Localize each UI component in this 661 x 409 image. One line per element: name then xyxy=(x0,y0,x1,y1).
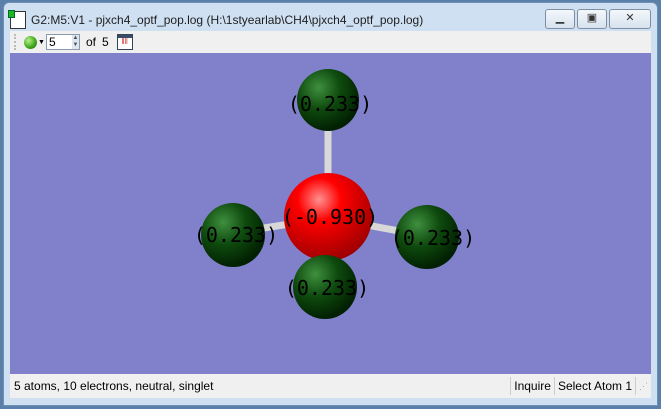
status-bar: 5 atoms, 10 electrons, neutral, singlet … xyxy=(10,374,651,398)
maximize-button[interactable]: ▣ xyxy=(577,9,607,29)
resize-grip[interactable]: ⋰ xyxy=(635,377,651,395)
frame-total: 5 xyxy=(101,35,109,49)
frame-list-icon[interactable]: ǁǁ xyxy=(116,34,133,50)
molecule-info: 5 atoms, 10 electrons, neutral, singlet xyxy=(14,379,214,393)
window-title: G2:M5:V1 - pjxch4_optf_pop.log (H:\1stye… xyxy=(31,13,424,27)
close-button[interactable]: ✕ xyxy=(609,9,651,29)
of-label: of xyxy=(85,35,96,49)
spin-arrows-icon[interactable]: ▲ ▼ xyxy=(71,35,79,49)
toolbar-grip[interactable] xyxy=(14,34,20,50)
atom-charge-label: (-0.930) xyxy=(282,205,378,229)
atom-charge-label: (0.233) xyxy=(285,276,369,300)
action-indicator: Select Atom 1 xyxy=(553,377,635,395)
atom-charge-label: (0.233) xyxy=(391,226,475,250)
dropdown-arrow-icon[interactable]: ▼ xyxy=(38,39,45,46)
gaussview-app-icon xyxy=(8,10,26,29)
atom-charge-label: (0.233) xyxy=(288,92,372,116)
title-bar[interactable]: G2:M5:V1 - pjxch4_optf_pop.log (H:\1stye… xyxy=(8,9,651,31)
minimize-button[interactable]: ▁ xyxy=(545,9,575,29)
molecule-window: G2:M5:V1 - pjxch4_optf_pop.log (H:\1stye… xyxy=(3,2,658,406)
toolbar: ▼ 5 ▲ ▼ of 5 ǁǁ xyxy=(10,31,651,53)
molecule-view[interactable]: (0.233) (-0.930) (0.233) (0.233) (0.233) xyxy=(10,53,651,374)
mode-indicator: Inquire xyxy=(510,377,554,395)
atom-charge-label: (0.233) xyxy=(194,223,278,247)
green-ball-icon[interactable] xyxy=(24,35,37,49)
frame-number-spinbox[interactable]: 5 ▲ ▼ xyxy=(45,34,80,50)
frame-number-value[interactable]: 5 xyxy=(49,35,56,49)
molecule-svg[interactable]: (0.233) (-0.930) (0.233) (0.233) (0.233) xyxy=(10,53,651,374)
